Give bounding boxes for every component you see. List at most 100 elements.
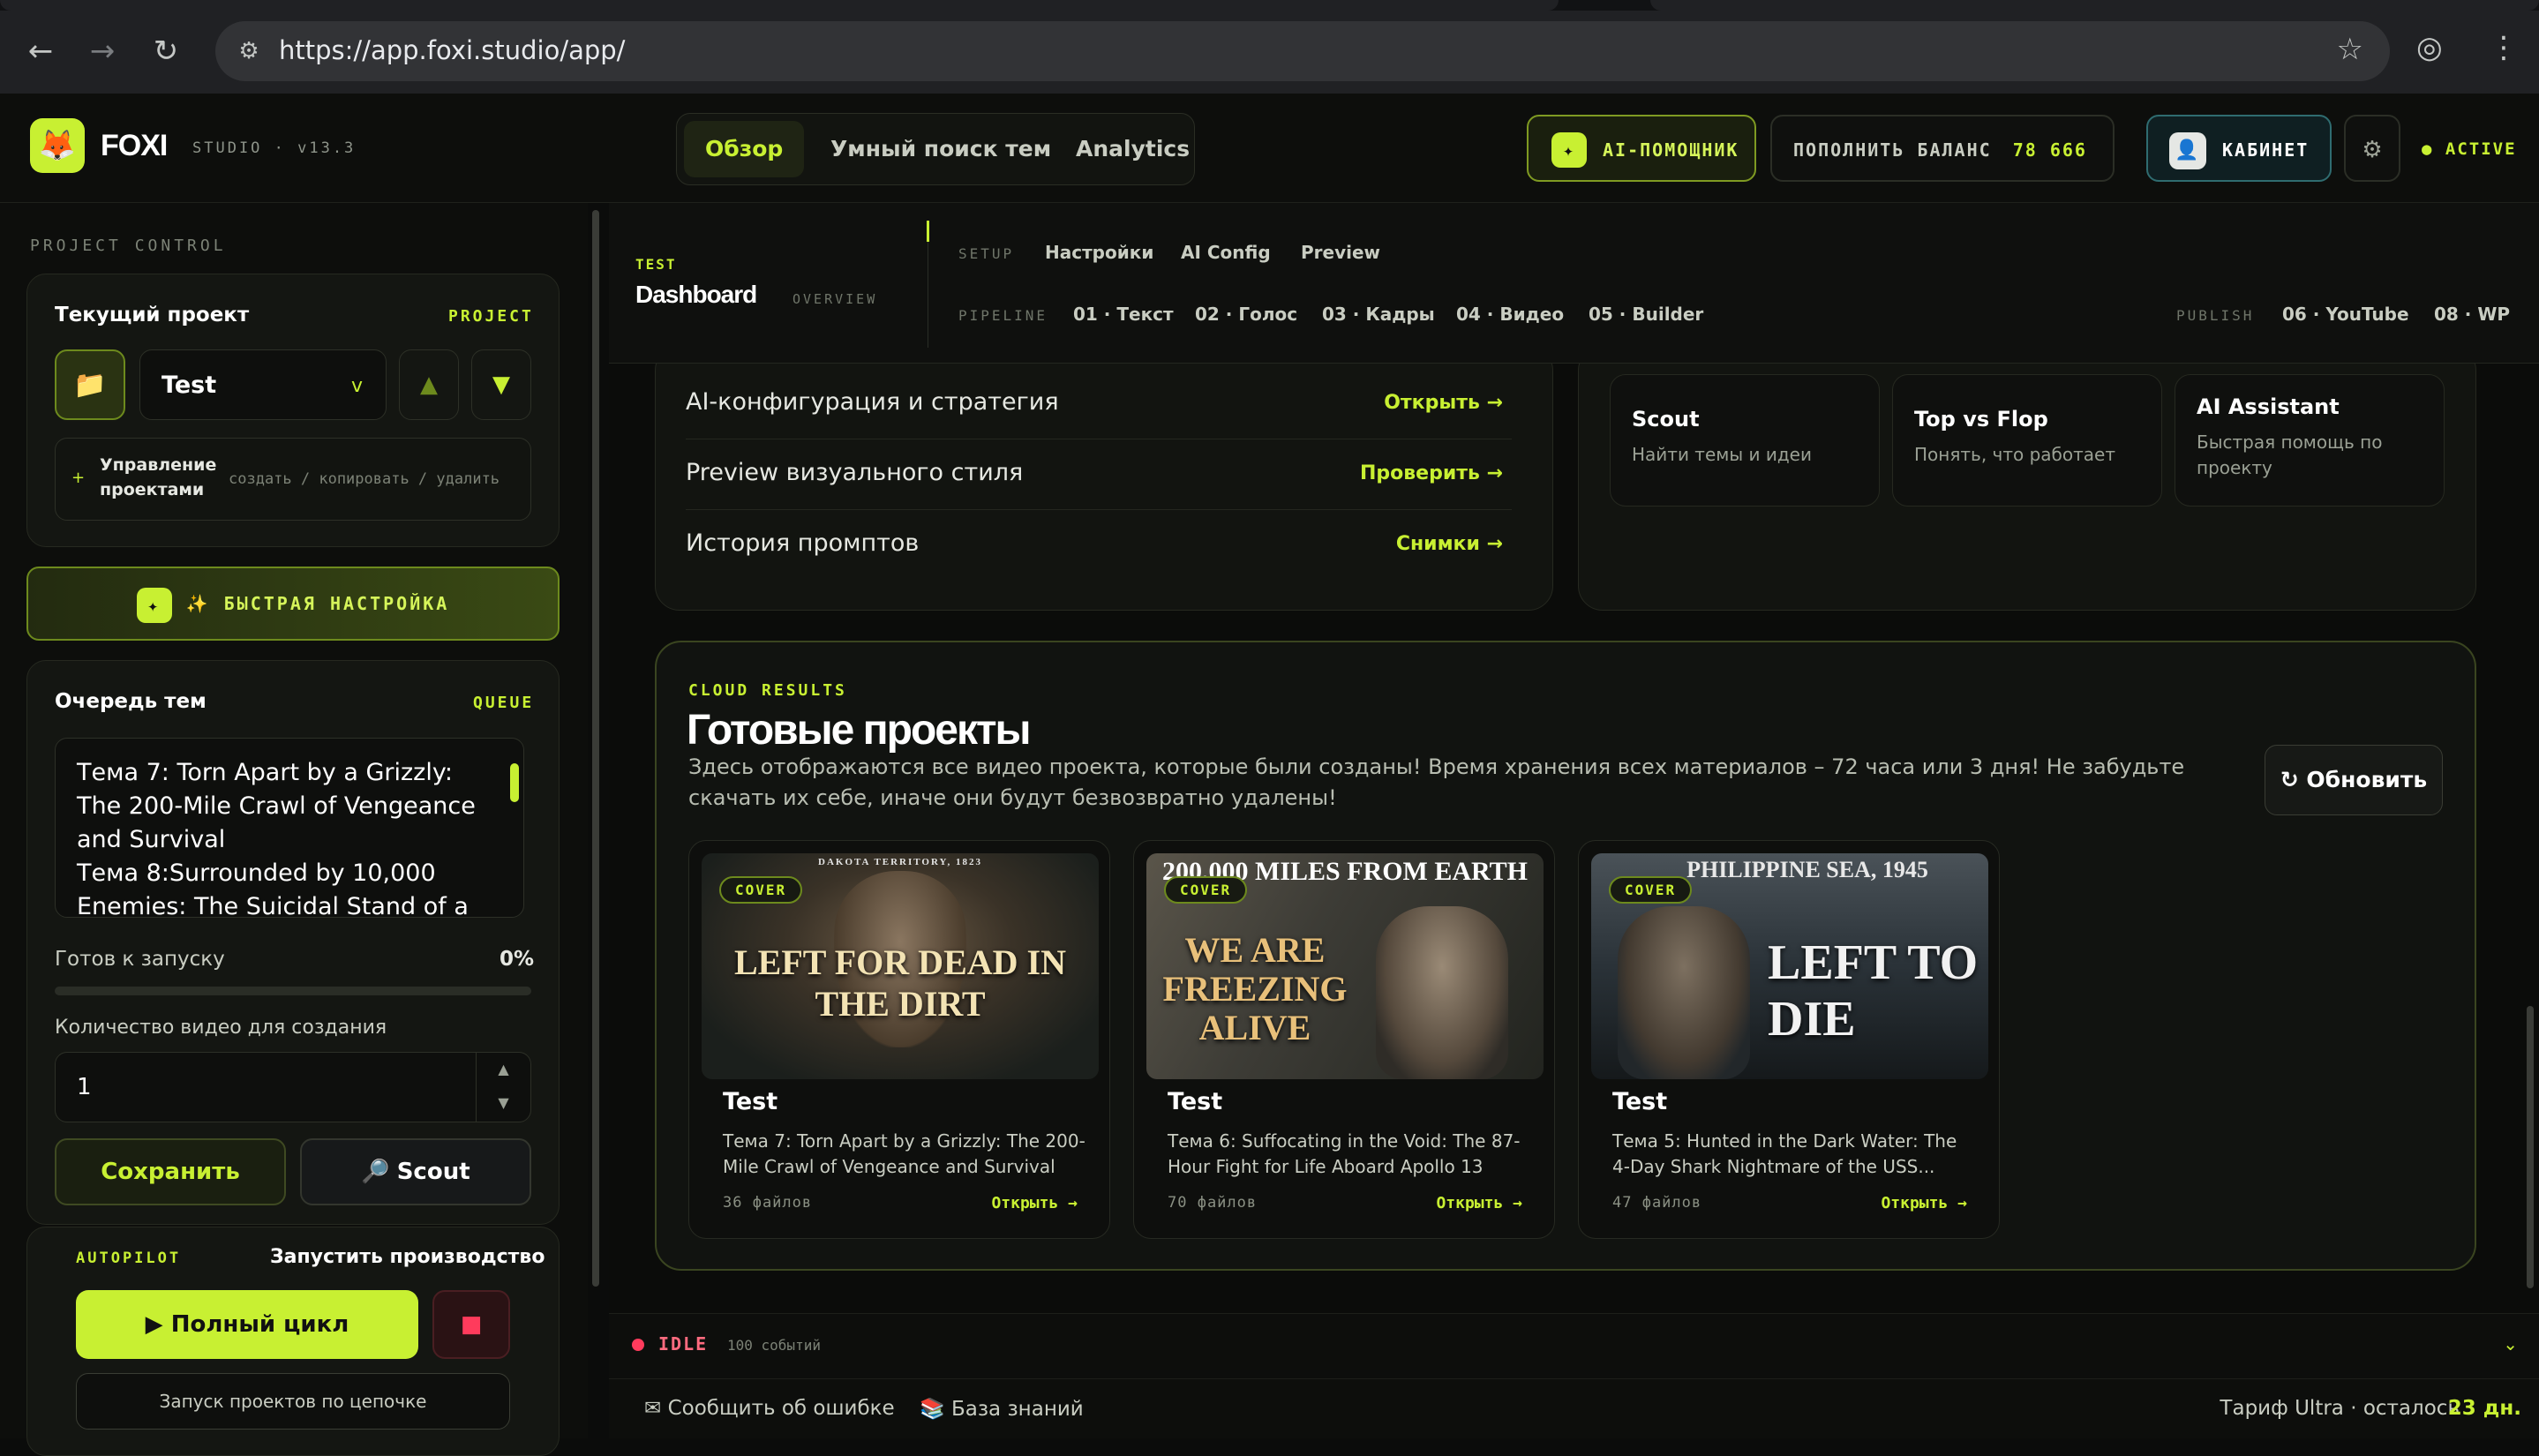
full-cycle-button[interactable]: ▶ Полный цикл bbox=[76, 1290, 418, 1359]
list-item[interactable]: Preview визуального стиля Проверить → bbox=[686, 439, 1512, 510]
tool-card-ai-assistant[interactable]: AI Assistant Быстрая помощь по проекту bbox=[2175, 374, 2445, 507]
cover-badge: COVER bbox=[1164, 876, 1248, 904]
tool-card-top-vs-flop[interactable]: Top vs Flop Понять, что работает bbox=[1892, 374, 2162, 507]
tab-overview[interactable]: Обзор bbox=[684, 121, 805, 177]
row-action[interactable]: Проверить → bbox=[1360, 462, 1503, 484]
tab-video[interactable]: 04 · Видео bbox=[1456, 304, 1564, 325]
results-title: Готовые проекты bbox=[687, 707, 1032, 754]
browser-tab[interactable] bbox=[0, 0, 1559, 11]
report-bug-link[interactable]: ✉ Сообщить об ошибке bbox=[644, 1397, 895, 1420]
quick-setup-button[interactable]: ✦ ✨ БЫСТРАЯ НАСТРОЙКА bbox=[26, 567, 560, 641]
scout-button[interactable]: 🔎 Scout bbox=[300, 1138, 531, 1205]
forward-icon[interactable]: → bbox=[85, 34, 120, 69]
cabinet-button[interactable]: 👤 КАБИНЕТ bbox=[2146, 115, 2332, 182]
file-count: 70 файлов bbox=[1168, 1194, 1258, 1212]
settings-gear-icon[interactable]: ⚙ bbox=[2344, 115, 2400, 182]
refresh-button[interactable]: ↻ Обновить bbox=[2265, 745, 2443, 815]
sparkle-icon: ✦ bbox=[1551, 132, 1587, 168]
plan-text: Тариф Ultra · осталось bbox=[2220, 1397, 2460, 1420]
open-link[interactable]: Открыть → bbox=[1881, 1194, 1967, 1212]
tab-text[interactable]: 01 · Текст bbox=[1073, 304, 1174, 325]
list-item[interactable]: AI-конфигурация и стратегия Открыть → bbox=[686, 369, 1512, 439]
chain-launch-button[interactable]: Запуск проектов по цепочке bbox=[76, 1373, 510, 1430]
ready-value: 0% bbox=[500, 948, 535, 971]
status-bar: IDLE 100 событий ⌄ bbox=[609, 1313, 2539, 1378]
site-info-icon[interactable]: ⚙ bbox=[228, 30, 270, 72]
tab-youtube[interactable]: 06 · YouTube bbox=[2282, 304, 2409, 325]
open-link[interactable]: Открыть → bbox=[991, 1194, 1078, 1212]
tool-title: Scout bbox=[1632, 407, 1700, 432]
project-desc: Тема 6: Suffocating in the Void: The 87-… bbox=[1168, 1130, 1521, 1177]
open-link[interactable]: Открыть → bbox=[1436, 1194, 1522, 1212]
row-label: Preview визуального стиля bbox=[686, 459, 1024, 486]
list-item[interactable]: История промптов Снимки → bbox=[686, 510, 1512, 581]
save-button[interactable]: Сохранить bbox=[55, 1138, 286, 1205]
url-text[interactable]: https://app.foxi.studio/app/ bbox=[279, 35, 625, 65]
knowledge-base-link[interactable]: 📚 База знаний bbox=[920, 1397, 1084, 1421]
autopilot-title: Запустить производство bbox=[270, 1246, 545, 1268]
tab-frames[interactable]: 03 · Кадры bbox=[1322, 304, 1435, 325]
queue-textarea[interactable]: Тема 7: Torn Apart by a Grizzly: The 200… bbox=[55, 738, 524, 918]
folder-icon[interactable]: 📁 bbox=[55, 349, 125, 420]
stop-button[interactable]: ■ bbox=[432, 1290, 510, 1359]
cover-headline: WE ARE FREEZING ALIVE bbox=[1162, 930, 1348, 1047]
project-label: TEST bbox=[635, 256, 677, 273]
tab-strip bbox=[0, 0, 2539, 11]
sparkle-icon: ✦ bbox=[136, 587, 172, 623]
project-tag: PROJECT bbox=[448, 307, 534, 326]
app-header: 🦊 FOXI STUDIO · v13.3 Обзор Умный поиск … bbox=[0, 94, 2539, 228]
address-bar[interactable]: ⚙ https://app.foxi.studio/app/ ☆ bbox=[215, 21, 2390, 81]
project-card[interactable]: 200,000 MILES FROM EARTH WE ARE FREEZING… bbox=[1133, 840, 1555, 1239]
menu-dots-icon[interactable]: ⋮ bbox=[2489, 30, 2519, 65]
move-down-button[interactable]: ▼ bbox=[471, 349, 531, 420]
queue-scrollbar[interactable] bbox=[509, 747, 520, 906]
row-action[interactable]: Снимки → bbox=[1396, 533, 1503, 555]
top-up-balance-button[interactable]: ПОПОЛНИТЬ БАЛАНС 78 666 FX bbox=[1770, 115, 2115, 228]
tab-ai-config[interactable]: AI Config bbox=[1181, 242, 1271, 263]
project-select-value: Test bbox=[162, 372, 217, 399]
tool-desc: Понять, что работает bbox=[1914, 444, 2115, 465]
cover-figure bbox=[1376, 906, 1508, 1079]
stepper-arrows-icon[interactable]: ▲ ▼ bbox=[476, 1053, 530, 1122]
cover-headline: LEFT FOR DEAD IN THE DIRT bbox=[734, 942, 1066, 1024]
reload-icon[interactable]: ↻ bbox=[148, 34, 184, 69]
project-card[interactable]: DAKOTA TERRITORY, 1823 LEFT FOR DEAD IN … bbox=[688, 840, 1110, 1239]
main-scrollbar[interactable] bbox=[2526, 371, 2535, 1306]
bookmark-star-icon[interactable]: ☆ bbox=[2337, 32, 2363, 67]
chevron-down-icon[interactable]: ⌄ bbox=[2503, 1333, 2518, 1355]
video-count-input[interactable]: 1 ▲ ▼ bbox=[55, 1052, 531, 1122]
tab-settings[interactable]: Настройки bbox=[1045, 242, 1153, 263]
tab-smart-search[interactable]: Умный поиск тем bbox=[809, 121, 1072, 177]
tab-wp[interactable]: 08 · WP bbox=[2434, 304, 2510, 325]
fox-logo-icon[interactable]: 🦊 bbox=[30, 118, 85, 173]
profile-icon[interactable]: ◎ bbox=[2416, 30, 2443, 65]
browser-tab[interactable] bbox=[1650, 0, 2539, 11]
manage-projects-row[interactable]: + Управление проектами создать / копиров… bbox=[55, 438, 531, 521]
cover-badge: COVER bbox=[1609, 876, 1693, 904]
cover-image: DAKOTA TERRITORY, 1823 LEFT FOR DEAD IN … bbox=[702, 853, 1099, 1079]
row-action[interactable]: Открыть → bbox=[1384, 392, 1503, 414]
setup-label: SETUP bbox=[958, 245, 1015, 262]
footer: ✉ Сообщить об ошибке 📚 База знаний Тариф… bbox=[609, 1378, 2539, 1438]
tab-voice[interactable]: 02 · Голос bbox=[1195, 304, 1297, 325]
sidebar-scrollbar[interactable] bbox=[591, 210, 600, 1428]
ready-progress-bar bbox=[55, 987, 531, 995]
project-card[interactable]: PHILIPPINE SEA, 1945 LEFT TO DIE COVER T… bbox=[1578, 840, 2000, 1239]
ai-assistant-button[interactable]: ✦ AI-ПОМОЩНИК bbox=[1527, 115, 1756, 182]
status-badge: ● ACTIVE bbox=[2422, 139, 2517, 159]
autopilot-tag: AUTOPILOT bbox=[76, 1250, 182, 1267]
back-icon[interactable]: ← bbox=[23, 34, 58, 69]
project-subnav: TEST Dashboard OVERVIEW SETUP Настройки … bbox=[609, 203, 2539, 364]
tool-card-scout[interactable]: Scout Найти темы и идеи bbox=[1610, 374, 1880, 507]
tab-analytics[interactable]: Analytics bbox=[1055, 121, 1211, 177]
cover-top-text: DAKOTA TERRITORY, 1823 bbox=[818, 857, 982, 867]
tab-preview[interactable]: Preview bbox=[1301, 242, 1380, 263]
count-label: Количество видео для создания bbox=[55, 1017, 387, 1039]
current-project-title: Текущий проект bbox=[55, 304, 250, 326]
status-dot-icon bbox=[632, 1339, 644, 1351]
tab-builder[interactable]: 05 · Builder bbox=[1589, 304, 1703, 325]
publish-label: PUBLISH bbox=[2176, 307, 2255, 324]
move-up-button[interactable]: ▲ bbox=[399, 349, 459, 420]
project-name: Test bbox=[1168, 1088, 1223, 1115]
project-select[interactable]: Test v bbox=[139, 349, 387, 420]
